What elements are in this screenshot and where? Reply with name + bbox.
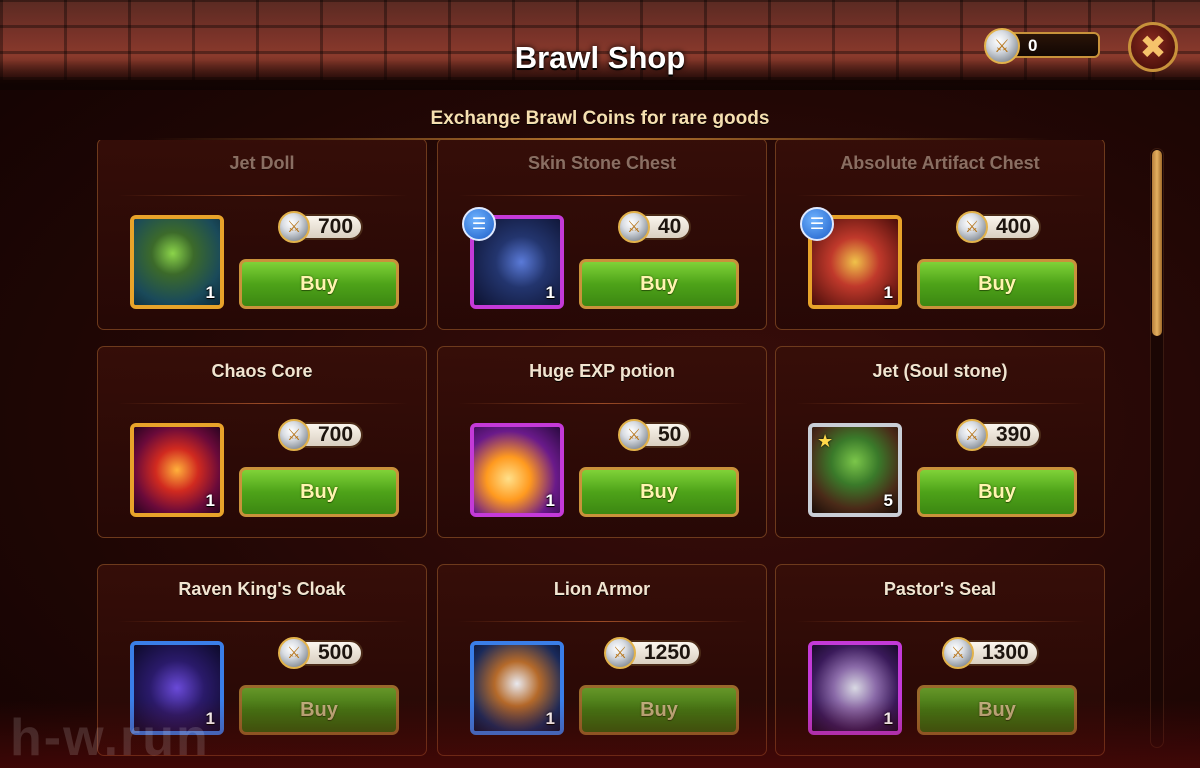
- brawl-coin-icon: ⚔: [604, 637, 636, 669]
- close-icon: ✖: [1139, 29, 1167, 65]
- buy-button[interactable]: Buy: [579, 467, 739, 517]
- brawl-coin-icon: ⚔: [278, 211, 310, 243]
- item-quantity: 5: [883, 491, 893, 510]
- buy-button[interactable]: Buy: [239, 467, 399, 517]
- brawl-coin-icon: ⚔: [956, 419, 988, 451]
- list-info-icon[interactable]: ☰: [800, 207, 834, 241]
- item-name: Chaos Core: [211, 361, 313, 381]
- coin-balance-value: 0: [1028, 36, 1038, 55]
- item-name: Absolute Artifact Chest: [840, 153, 1040, 173]
- card-divider: [118, 195, 408, 196]
- card-divider: [458, 195, 748, 196]
- coin-balance: ⚔ 0: [984, 28, 1102, 64]
- item-quantity: 1: [545, 709, 555, 728]
- brawl-coin-icon: ⚔: [984, 28, 1020, 64]
- buy-button[interactable]: Buy: [917, 259, 1077, 309]
- card-divider: [458, 403, 748, 404]
- buy-button[interactable]: Buy: [239, 259, 399, 309]
- item-quantity: 1: [205, 283, 215, 302]
- item-quantity: 1: [545, 491, 555, 510]
- item-name: Raven King's Cloak: [178, 579, 346, 599]
- shop-grid: Jet Doll 1 ⚔ 700 Buy Skin Stone Chest ☰ …: [97, 140, 1107, 768]
- buy-button[interactable]: Buy: [917, 685, 1077, 735]
- item-slot[interactable]: 1: [130, 215, 224, 309]
- card-divider: [796, 195, 1086, 196]
- item-name: Lion Armor: [553, 579, 651, 599]
- item-name: Pastor's Seal: [883, 579, 997, 599]
- item-slot[interactable]: 1: [808, 641, 902, 735]
- watermark-text: h-w.run: [10, 709, 210, 767]
- item-slot[interactable]: 1: [470, 423, 564, 517]
- item-slot[interactable]: 1: [470, 641, 564, 735]
- shop-subtitle: Exchange Brawl Coins for rare goods: [430, 108, 770, 129]
- item-quantity: 1: [883, 709, 893, 728]
- shop-card-huge-exp-potion: Huge EXP potion 1 ⚔ 50 Buy: [437, 346, 767, 538]
- shop-card-lion-armor: Lion Armor 1 ⚔ 1250 Buy: [437, 564, 767, 756]
- item-quantity: 1: [205, 491, 215, 510]
- buy-button[interactable]: Buy: [579, 685, 739, 735]
- brawl-coin-icon: ⚔: [278, 419, 310, 451]
- brawl-coin-icon: ⚔: [956, 211, 988, 243]
- scrollbar-thumb[interactable]: [1152, 150, 1162, 336]
- shop-card-skin-stone-chest: Skin Stone Chest ☰ 1 ⚔ 40 Buy: [437, 140, 767, 330]
- item-slot[interactable]: 1: [130, 423, 224, 517]
- card-divider: [796, 403, 1086, 404]
- brawl-coin-icon: ⚔: [942, 637, 974, 669]
- shop-card-pastors-seal: Pastor's Seal 1 ⚔ 1300 Buy: [775, 564, 1105, 756]
- brawl-coin-icon: ⚔: [618, 211, 650, 243]
- buy-button[interactable]: Buy: [917, 467, 1077, 517]
- item-name: Huge EXP potion: [529, 361, 675, 381]
- item-name: Jet Doll: [229, 153, 295, 173]
- star-icon: ★: [817, 431, 834, 451]
- shop-card-chaos-core: Chaos Core 1 ⚔ 700 Buy: [97, 346, 427, 538]
- item-quantity: 1: [883, 283, 893, 302]
- item-name: Skin Stone Chest: [527, 153, 677, 173]
- buy-button[interactable]: Buy: [239, 685, 399, 735]
- card-divider: [118, 621, 408, 622]
- card-divider: [796, 621, 1086, 622]
- buy-button[interactable]: Buy: [579, 259, 739, 309]
- card-divider: [458, 621, 748, 622]
- item-quantity: 1: [545, 283, 555, 302]
- shop-card-jet-doll: Jet Doll 1 ⚔ 700 Buy: [97, 140, 427, 330]
- close-button[interactable]: ✖: [1128, 22, 1178, 72]
- shop-card-jet-soul-stone: Jet (Soul stone) ★ 5 ⚔ 390 Buy: [775, 346, 1105, 538]
- brawl-coin-icon: ⚔: [618, 419, 650, 451]
- brawl-coin-icon: ⚔: [278, 637, 310, 669]
- item-slot[interactable]: ★ 5: [808, 423, 902, 517]
- shop-card-absolute-artifact-chest: Absolute Artifact Chest ☰ 1 ⚔ 400 Buy: [775, 140, 1105, 330]
- item-name: Jet (Soul stone): [872, 361, 1008, 381]
- list-info-icon[interactable]: ☰: [462, 207, 496, 241]
- card-divider: [118, 403, 408, 404]
